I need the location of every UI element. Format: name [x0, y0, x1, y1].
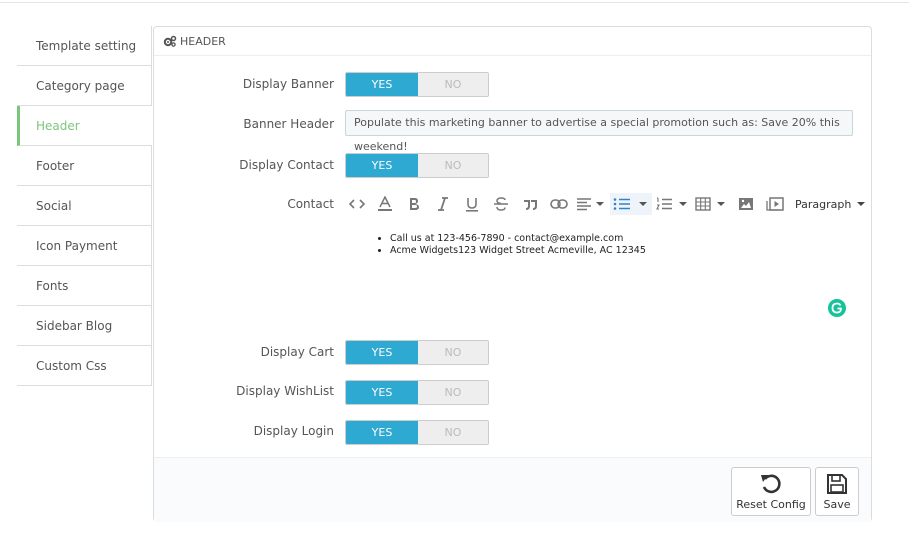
contact-list: Call us at 123-456-7890 - contact@exampl…: [345, 233, 855, 257]
display-banner-yes[interactable]: YES: [346, 73, 418, 96]
panel-heading: HEADER: [154, 27, 871, 56]
display-cart-no[interactable]: NO: [418, 341, 488, 364]
code-view-icon[interactable]: [345, 193, 369, 215]
sidebar-item-sidebar-blog[interactable]: Sidebar Blog: [17, 306, 152, 346]
display-cart-yes[interactable]: YES: [346, 341, 418, 364]
quote-icon[interactable]: [517, 193, 543, 215]
cogs-icon: [163, 35, 177, 47]
display-cart-toggle: YES NO: [345, 340, 489, 365]
paragraph-format-label: Paragraph: [795, 197, 852, 211]
text-color-icon[interactable]: [372, 193, 398, 215]
display-contact-yes[interactable]: YES: [346, 154, 418, 177]
display-cart-label: Display Cart: [260, 345, 334, 359]
sidebar-item-footer[interactable]: Footer: [17, 146, 152, 186]
video-icon[interactable]: [762, 193, 788, 215]
chevron-down-icon: [857, 202, 866, 206]
contact-list-item: Call us at 123-456-7890 - contact@exampl…: [390, 233, 855, 245]
paragraph-format-dropdown[interactable]: Paragraph: [795, 198, 867, 211]
banner-header-input[interactable]: Populate this marketing banner to advert…: [345, 110, 853, 153]
italic-icon[interactable]: [430, 193, 456, 215]
align-dropdown-icon[interactable]: [575, 193, 607, 215]
display-wishlist-toggle: YES NO: [345, 380, 489, 405]
panel-footer: Reset Config Save: [154, 457, 871, 522]
display-wishlist-no[interactable]: NO: [418, 381, 488, 404]
table-dropdown-icon[interactable]: [694, 193, 730, 215]
display-contact-toggle: YES NO: [345, 153, 489, 178]
display-login-no[interactable]: NO: [418, 421, 488, 444]
reset-config-label: Reset Config: [736, 498, 806, 511]
sidebar-item-fonts[interactable]: Fonts: [17, 266, 152, 306]
display-banner-label: Display Banner: [242, 77, 334, 91]
bold-icon[interactable]: [401, 193, 427, 215]
panel-title: HEADER: [180, 34, 226, 48]
display-contact-no[interactable]: NO: [418, 154, 488, 177]
banner-header-label: Banner Header: [243, 117, 334, 131]
strikethrough-icon[interactable]: [488, 193, 514, 215]
save-button[interactable]: Save: [815, 467, 859, 516]
underline-icon[interactable]: [459, 193, 485, 215]
sidebar-item-category-page[interactable]: Category page: [17, 66, 152, 106]
link-icon[interactable]: [546, 193, 572, 215]
save-label: Save: [823, 498, 851, 511]
contact-editor-content[interactable]: Call us at 123-456-7890 - contact@exampl…: [345, 233, 855, 328]
display-banner-no[interactable]: NO: [418, 73, 488, 96]
sidebar-item-template-setting[interactable]: Template setting: [17, 26, 152, 66]
display-wishlist-yes[interactable]: YES: [346, 381, 418, 404]
contact-editor-toolbar: Paragraph: [345, 191, 875, 217]
settings-sidebar: Template setting Category page Header Fo…: [17, 26, 152, 386]
image-icon[interactable]: [733, 193, 759, 215]
display-wishlist-label: Display WishList: [236, 384, 334, 398]
grammarly-icon[interactable]: [828, 299, 846, 317]
bullet-list-dropdown-icon[interactable]: [610, 193, 652, 215]
floppy-disk-icon: [827, 474, 847, 494]
display-contact-label: Display Contact: [239, 158, 334, 172]
sidebar-item-header[interactable]: Header: [17, 106, 152, 146]
numbered-list-dropdown-icon[interactable]: [655, 193, 691, 215]
display-banner-toggle: YES NO: [345, 72, 489, 97]
sidebar-item-social[interactable]: Social: [17, 186, 152, 226]
header-settings-panel: HEADER Display Banner YES NO Banner Head…: [153, 26, 872, 522]
undo-icon: [761, 474, 781, 494]
reset-config-button[interactable]: Reset Config: [731, 467, 811, 516]
top-divider: [0, 2, 909, 3]
sidebar-item-custom-css[interactable]: Custom Css: [17, 346, 152, 386]
display-login-toggle: YES NO: [345, 420, 489, 445]
contact-list-item: Acme Widgets123 Widget Street Acmeville,…: [390, 245, 855, 257]
sidebar-item-icon-payment[interactable]: Icon Payment: [17, 226, 152, 266]
display-login-yes[interactable]: YES: [346, 421, 418, 444]
display-login-label: Display Login: [253, 424, 334, 438]
contact-label: Contact: [287, 197, 334, 211]
